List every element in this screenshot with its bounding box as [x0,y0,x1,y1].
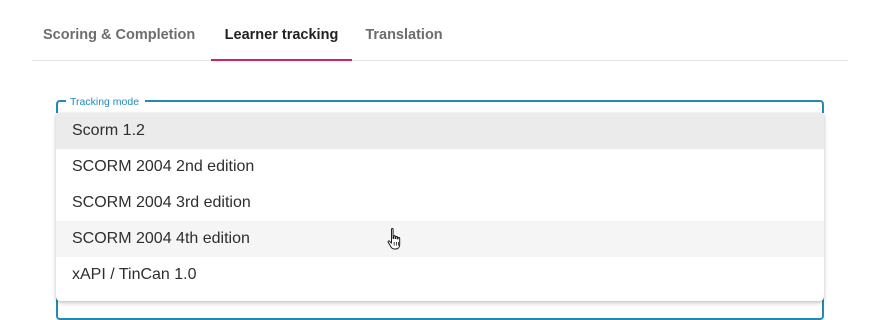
tab-translation[interactable]: Translation [356,0,452,60]
option-scorm-2004-2nd-edition[interactable]: SCORM 2004 2nd edition [56,149,824,185]
tracking-mode-dropdown-menu: Scorm 1.2 SCORM 2004 2nd edition SCORM 2… [56,113,824,301]
tab-scoring-completion[interactable]: Scoring & Completion [32,0,210,60]
option-xapi-tincan-1-0[interactable]: xAPI / TinCan 1.0 [56,257,824,293]
tab-learner-tracking[interactable]: Learner tracking [211,0,352,61]
option-scorm-1-2[interactable]: Scorm 1.2 [56,113,824,149]
option-scorm-2004-4th-edition[interactable]: SCORM 2004 4th edition [56,221,824,257]
settings-tabs: Scoring & Completion Learner tracking Tr… [32,0,848,61]
option-scorm-2004-3rd-edition[interactable]: SCORM 2004 3rd edition [56,185,824,221]
tracking-mode-label: Tracking mode [66,95,146,109]
